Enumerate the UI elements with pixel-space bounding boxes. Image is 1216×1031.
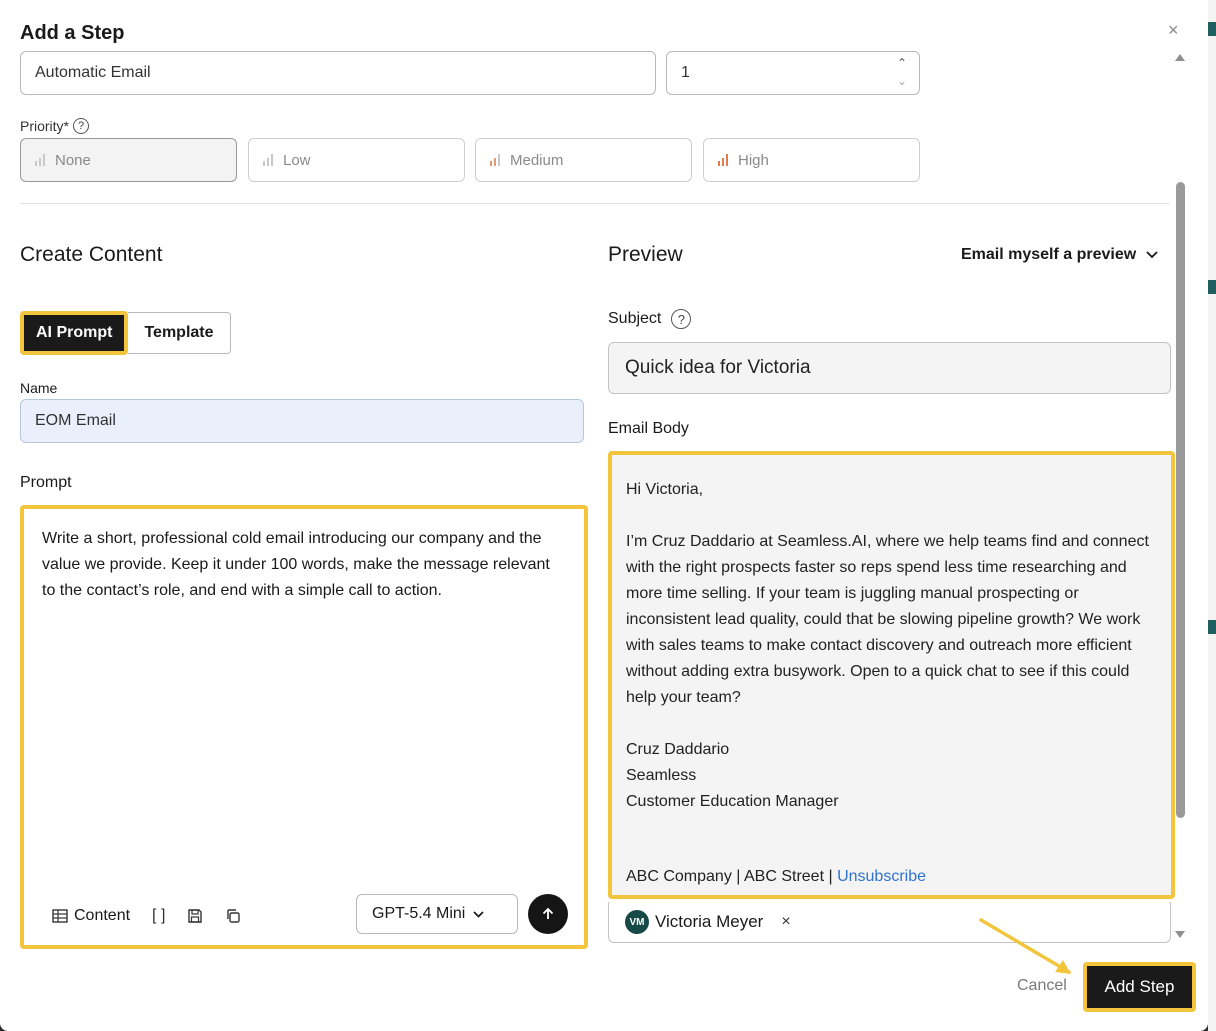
avatar: VM [625, 910, 649, 934]
create-content-heading: Create Content [20, 243, 163, 266]
background-marker [1208, 22, 1216, 36]
priority-label-text: Priority* [20, 118, 70, 134]
table-icon [52, 909, 68, 923]
background-marker [1208, 280, 1216, 294]
footer-text: ABC Company | ABC Street | [626, 868, 838, 885]
tab-template[interactable]: Template [128, 312, 231, 354]
content-mode-toggle: AI Prompt Template [20, 311, 231, 355]
signal-bars-icon [35, 154, 45, 166]
close-icon[interactable]: × [1168, 20, 1179, 40]
background-marker [1208, 620, 1216, 634]
save-icon[interactable] [187, 908, 203, 924]
subject-label: Subject ? [608, 309, 692, 329]
chevron-down-icon[interactable]: ⌄ [897, 72, 907, 90]
priority-option-label: High [738, 151, 769, 169]
step-number-value: 1 [681, 64, 690, 81]
subject-field[interactable]: Quick idea for Victoria [608, 342, 1171, 394]
chevron-up-icon[interactable]: ⌃ [897, 54, 907, 72]
model-select[interactable]: GPT-5.4 Mini [356, 894, 518, 934]
recipient-name: Victoria Meyer [655, 912, 764, 931]
priority-option-label: Medium [510, 151, 564, 169]
priority-option-label: None [55, 151, 91, 169]
email-myself-label: Email myself a preview [961, 246, 1137, 263]
signature-name: Cruz Daddario [626, 741, 730, 758]
help-icon[interactable]: ? [73, 118, 90, 134]
prompt-editor[interactable]: Write a short, professional cold email i… [20, 505, 588, 949]
name-input[interactable]: EOM Email [20, 399, 584, 443]
model-value: GPT-5.4 Mini [372, 905, 466, 922]
email-body-text: Hi Victoria, I’m Cruz Daddario at Seamle… [626, 477, 1156, 815]
prompt-textarea[interactable]: Write a short, professional cold email i… [42, 526, 554, 604]
remove-recipient-icon[interactable]: × [781, 913, 790, 931]
signal-bars-icon [718, 154, 728, 166]
priority-option-label: Low [283, 151, 311, 169]
background-app-edge [1208, 0, 1216, 1031]
dialog-title: Add a Step [20, 22, 125, 44]
unsubscribe-link[interactable]: Unsubscribe [837, 868, 926, 885]
insert-content-button[interactable]: Content [52, 907, 130, 925]
email-greeting: Hi Victoria, [626, 481, 704, 498]
subject-label-text: Subject [608, 310, 662, 327]
name-label: Name [20, 380, 58, 396]
scroll-up-arrow-icon[interactable] [1175, 54, 1185, 61]
step-type-select[interactable]: Automatic Email [20, 51, 656, 95]
signal-bars-icon [490, 154, 500, 166]
preview-heading: Preview [608, 243, 683, 266]
scroll-down-arrow-icon[interactable] [1175, 931, 1185, 938]
email-paragraph: I’m Cruz Daddario at Seamless.AI, where … [626, 533, 1149, 706]
help-icon[interactable]: ? [671, 309, 692, 329]
add-step-button[interactable]: Add Step [1083, 962, 1196, 1012]
priority-high-button[interactable]: High [703, 138, 920, 182]
recipient-chip[interactable]: VM Victoria Meyer × [608, 902, 1171, 943]
signal-bars-icon [263, 154, 273, 166]
section-divider [20, 203, 1170, 204]
signature-title: Customer Education Manager [626, 793, 839, 810]
chevron-down-icon [1146, 251, 1158, 259]
content-label: Content [74, 907, 131, 924]
chevron-down-icon [473, 910, 484, 918]
send-arrow-icon[interactable] [528, 894, 568, 934]
cancel-button[interactable]: Cancel [1017, 977, 1067, 995]
tab-ai-prompt[interactable]: AI Prompt [20, 311, 129, 355]
priority-label: Priority* ? [20, 118, 90, 134]
email-footer: ABC Company | ABC Street | Unsubscribe [626, 868, 926, 886]
prompt-label: Prompt [20, 474, 72, 491]
scrollbar-thumb[interactable] [1176, 182, 1185, 818]
step-number-input[interactable]: 1 ⌃ ⌄ [666, 51, 920, 95]
prompt-toolbar: Content [ ] [52, 907, 241, 925]
priority-none-button[interactable]: None [20, 138, 237, 182]
email-body-preview[interactable]: Hi Victoria, I’m Cruz Daddario at Seamle… [608, 451, 1175, 899]
email-body-label: Email Body [608, 420, 689, 437]
signature-company: Seamless [626, 767, 697, 784]
email-myself-preview-dropdown[interactable]: Email myself a preview [961, 246, 1158, 264]
copy-icon[interactable] [225, 908, 241, 924]
priority-low-button[interactable]: Low [248, 138, 465, 182]
brackets-icon[interactable]: [ ] [152, 907, 165, 925]
add-step-dialog: Add a Step × Automatic Email 1 ⌃ ⌄ Prior… [0, 0, 1208, 1031]
priority-medium-button[interactable]: Medium [475, 138, 692, 182]
number-stepper[interactable]: ⌃ ⌄ [897, 54, 907, 90]
